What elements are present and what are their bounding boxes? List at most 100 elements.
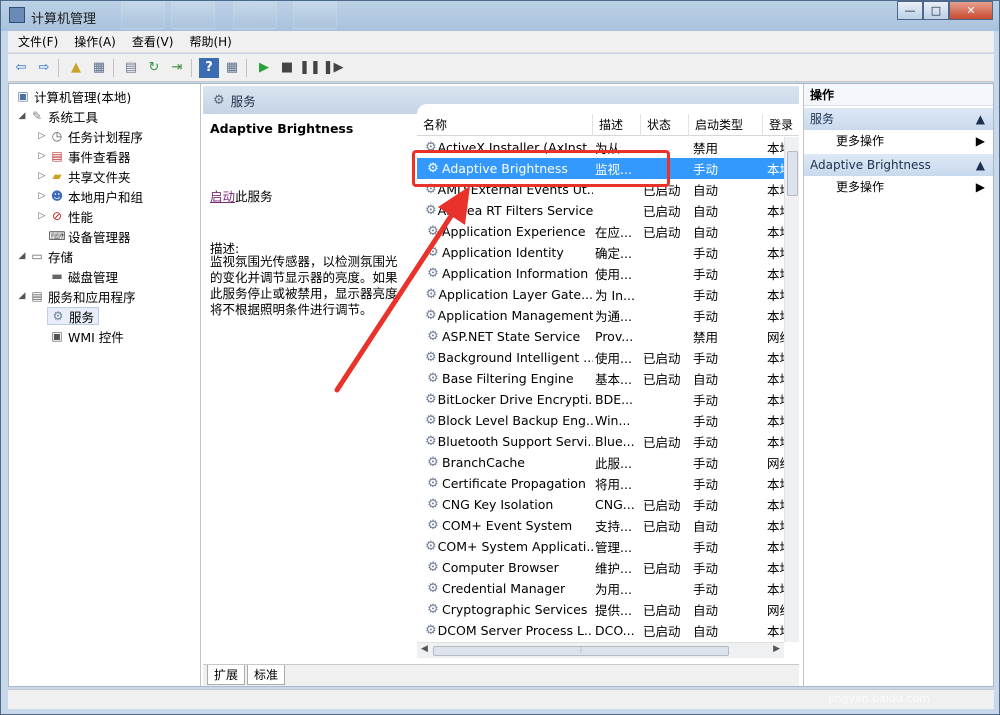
vertical-scrollbar[interactable] xyxy=(784,137,799,642)
tree-node-task-scheduler[interactable]: ▷ ◷ 任务计划程序 xyxy=(37,127,143,145)
table-row[interactable]: ⚙Application Information使用...手动本地 xyxy=(417,263,784,284)
table-row[interactable]: ⚙COM+ System Applicati...管理... 手动 本地 xyxy=(417,536,784,557)
tree-node-device-manager[interactable]: ⌨ 设备管理器 xyxy=(47,227,130,245)
column-header-name[interactable]: 名称 xyxy=(417,114,593,136)
tree-label: 性能 xyxy=(68,209,94,225)
menu-help[interactable]: 帮助(H) xyxy=(183,33,237,50)
table-row[interactable]: ⚙BranchCache此服...手动网络 xyxy=(417,452,784,473)
action-pane-icon[interactable]: ▦ xyxy=(222,58,242,78)
table-row[interactable]: ⚙Certificate Propagation将用...手动本地 xyxy=(417,473,784,494)
table-row[interactable]: ⚙Application Layer Gate...为 In... 手动 本地 xyxy=(417,284,784,305)
actions-section-service[interactable]: Adaptive Brightness ▲ xyxy=(804,154,993,176)
table-row[interactable]: ⚙Cryptographic Services提供...已启动自动网络 xyxy=(417,599,784,620)
tree-node-local-users[interactable]: ▷ ☻ 本地用户和组 xyxy=(37,187,143,205)
service-desc: 为通... xyxy=(595,309,632,324)
table-row[interactable]: ⚙Application Management为通... 手动 本地 xyxy=(417,305,784,326)
tree-node-disk-management[interactable]: ▬ 磁盘管理 xyxy=(47,267,118,285)
service-startup: 手动 xyxy=(693,477,719,492)
table-row[interactable]: ⚙Credential Manager为用...手动本地 xyxy=(417,578,784,599)
actions-section-services[interactable]: 服务 ▲ xyxy=(804,108,993,130)
maximize-button[interactable]: □ xyxy=(923,1,949,20)
collapsed-arrow-icon[interactable]: ▷ xyxy=(37,151,47,161)
gear-icon: ⚙ xyxy=(427,328,439,344)
refresh-icon[interactable]: ↻ xyxy=(144,58,164,78)
menu-file[interactable]: 文件(F) xyxy=(12,33,64,50)
up-folder-icon[interactable]: ▲ xyxy=(66,58,86,78)
service-name: CNG Key Isolation xyxy=(442,497,554,512)
collapse-arrow-icon[interactable]: ▲ xyxy=(976,108,985,130)
column-header-desc[interactable]: 描述 xyxy=(593,114,641,136)
table-row[interactable]: ⚙CNG Key IsolationCNG...已启动手动本地 xyxy=(417,494,784,515)
table-row[interactable]: ⚙ASP.NET State ServiceProv...禁用网络 xyxy=(417,326,784,347)
more-actions-services[interactable]: 更多操作 ▶ xyxy=(804,130,993,152)
restart-service-icon[interactable]: ❚▶ xyxy=(323,58,344,78)
service-status: 已启动 xyxy=(643,561,681,576)
scroll-right-arrow-icon[interactable]: ▶ xyxy=(773,644,780,654)
table-row[interactable]: ⚙ Bluetooth Support Servi... Blue... 已启动 手动 本… xyxy=(417,431,784,452)
expanded-arrow-icon[interactable]: ◢ xyxy=(17,291,27,301)
toolbar-separator xyxy=(58,58,59,77)
stop-service-icon[interactable]: ■ xyxy=(277,58,297,78)
toolbar: ⇦ ⇨ ▲ ▦ ▤ ↻ ⇥ ? ▦ ▶ ■ ❚❚ ❚▶ xyxy=(8,54,994,82)
title-bar[interactable]: 计算机管理 — □ ✕ xyxy=(1,1,999,31)
forward-arrow-icon[interactable]: ⇨ xyxy=(34,58,54,78)
service-name-cell: ⚙ Application Information xyxy=(417,266,593,282)
scroll-left-arrow-icon[interactable]: ◀ xyxy=(421,644,428,654)
tree-node-system-tools[interactable]: ◢ ✎ 系统工具 xyxy=(17,107,98,125)
table-row[interactable]: ⚙Application Experience在应...已启动自动本地 xyxy=(417,221,784,242)
more-actions-service[interactable]: 更多操作 ▶ xyxy=(804,176,993,198)
table-row[interactable]: ⚙Computer Browser维护...已启动手动本地 xyxy=(417,557,784,578)
tree-node-storage[interactable]: ◢ ▭ 存储 xyxy=(17,247,73,265)
tree-node-event-viewer[interactable]: ▷ ▤ 事件查看器 xyxy=(37,147,131,165)
clock-icon: ◷ xyxy=(51,129,63,143)
pause-service-icon[interactable]: ❚❚ xyxy=(299,58,321,78)
collapsed-arrow-icon[interactable]: ▷ xyxy=(37,191,47,201)
minimize-button[interactable]: — xyxy=(897,1,923,20)
table-row[interactable]: ⚙Background Intelligent ...使用... 已启动手动 本地 xyxy=(417,347,784,368)
expanded-arrow-icon[interactable]: ◢ xyxy=(17,111,27,121)
table-row[interactable]: ⚙DCOM Server Process L...DCO... 已启动自动 本地 xyxy=(417,620,784,641)
expanded-arrow-icon[interactable]: ◢ xyxy=(17,251,27,261)
collapsed-arrow-icon[interactable]: ▷ xyxy=(37,131,47,141)
table-row[interactable]: ⚙Andrea RT Filters Service 已启动自动 本地 xyxy=(417,200,784,221)
column-header-logon[interactable]: 登录 xyxy=(763,114,799,136)
horizontal-scroll-thumb[interactable]: ⦙ xyxy=(433,646,729,656)
properties-icon[interactable]: ▤ xyxy=(121,58,141,78)
horizontal-scrollbar[interactable]: ◀ ⦙ ▶ xyxy=(417,642,784,658)
start-service-icon[interactable]: ▶ xyxy=(254,58,274,78)
vertical-scroll-thumb[interactable] xyxy=(787,151,798,196)
close-button[interactable]: ✕ xyxy=(949,1,993,20)
column-header-startup[interactable]: 启动类型 xyxy=(689,114,763,136)
tab-standard[interactable]: 标准 xyxy=(247,665,286,685)
tree-node-services-apps[interactable]: ◢ ▤ 服务和应用程序 xyxy=(17,287,136,305)
export-list-icon[interactable]: ⇥ xyxy=(167,58,187,78)
help-icon[interactable]: ? xyxy=(199,57,219,78)
column-header-status[interactable]: 状态 xyxy=(641,114,689,136)
back-arrow-icon[interactable]: ⇦ xyxy=(11,58,31,78)
tree-label: WMI 控件 xyxy=(68,329,124,345)
tree-node-services[interactable]: ⚙ 服务 xyxy=(47,307,100,325)
menu-action[interactable]: 操作(A) xyxy=(68,33,122,50)
collapse-arrow-icon[interactable]: ▲ xyxy=(976,154,985,176)
collapsed-arrow-icon[interactable]: ▷ xyxy=(37,171,47,181)
storage-icon: ▭ xyxy=(31,249,43,263)
tree-node-root[interactable]: ▣ 计算机管理(本地) xyxy=(13,87,131,105)
service-status: 已启动 xyxy=(643,498,681,513)
table-row[interactable]: ⚙Base Filtering Engine基本...已启动自动本地 xyxy=(417,368,784,389)
service-logon: 本地 xyxy=(767,162,784,177)
collapsed-arrow-icon[interactable]: ▷ xyxy=(37,211,47,221)
tree-node-performance[interactable]: ▷ ⊘ 性能 xyxy=(37,207,93,225)
service-logon: 本地 xyxy=(767,351,784,366)
menu-view[interactable]: 查看(V) xyxy=(126,33,180,50)
table-row[interactable]: ⚙Application Identity确定...手动本地 xyxy=(417,242,784,263)
table-row[interactable]: ⚙BitLocker Drive Encrypti...BDE... 手动 本地 xyxy=(417,389,784,410)
tab-extended[interactable]: 扩展 xyxy=(207,665,246,685)
table-row[interactable]: ⚙COM+ Event System支持...已启动自动本地 xyxy=(417,515,784,536)
start-service-link[interactable]: 启动 xyxy=(210,189,235,204)
service-name-cell: ⚙ Background Intelligent ... xyxy=(417,350,593,366)
service-logon: 本地 xyxy=(767,624,784,639)
show-hide-tree-icon[interactable]: ▦ xyxy=(89,58,109,78)
tree-node-wmi[interactable]: ▣ WMI 控件 xyxy=(47,327,124,345)
tree-node-shared-folders[interactable]: ▷ ▰ 共享文件夹 xyxy=(37,167,131,185)
table-row[interactable]: ⚙Block Level Backup Eng...Win... 手动 本地 xyxy=(417,410,784,431)
